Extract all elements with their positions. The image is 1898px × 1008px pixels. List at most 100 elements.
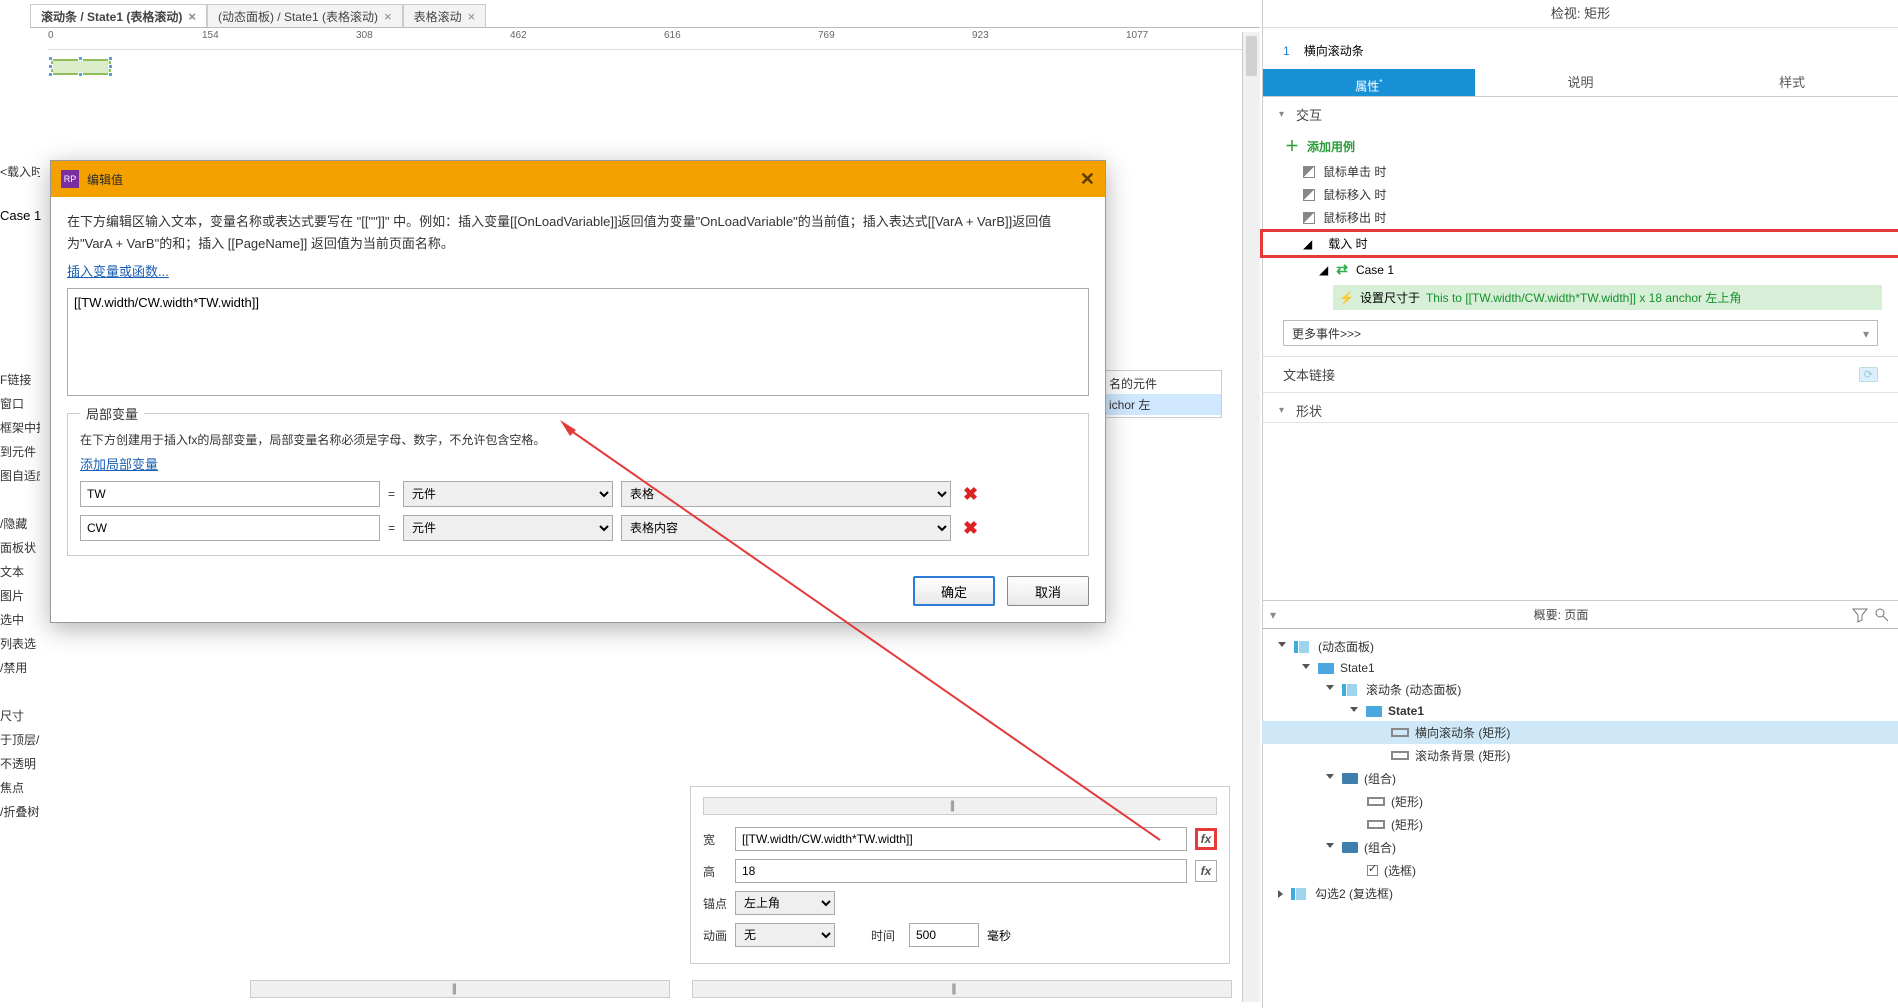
group-header[interactable]: 形状 bbox=[1263, 393, 1898, 422]
menu-item[interactable]: F链接 bbox=[0, 368, 40, 392]
group-header[interactable]: 交互 bbox=[1263, 97, 1898, 132]
event-mouseleave[interactable]: 鼠标移出 时 bbox=[1263, 206, 1898, 229]
tab-tablescroll[interactable]: 表格滚动 × bbox=[403, 4, 487, 27]
tree-node[interactable]: (矩形) bbox=[1262, 813, 1898, 836]
fx-icon[interactable]: fx bbox=[1195, 828, 1217, 850]
cursor-icon bbox=[1303, 166, 1315, 178]
outline-header: ▾ 概要: 页面 bbox=[1262, 601, 1898, 629]
more-events-dropdown[interactable]: 更多事件>>> bbox=[1283, 320, 1878, 346]
var-type-select[interactable]: 元件 bbox=[403, 481, 613, 507]
menu-item[interactable]: 到元件 bbox=[0, 440, 40, 464]
resize-handle[interactable] bbox=[78, 72, 83, 77]
tree-node[interactable]: State1 bbox=[1262, 701, 1898, 721]
menu-item[interactable]: /折叠树节点 bbox=[0, 800, 40, 824]
resize-handle[interactable] bbox=[48, 56, 53, 61]
resize-handle[interactable] bbox=[108, 64, 113, 69]
menu-item[interactable]: /禁用 bbox=[0, 656, 40, 680]
menu-item[interactable]: 框架中打 bbox=[0, 416, 40, 440]
tree-node[interactable]: State1 bbox=[1262, 658, 1898, 678]
resize-handle[interactable] bbox=[108, 72, 113, 77]
width-input[interactable] bbox=[735, 827, 1187, 851]
tree-node[interactable]: (选框) bbox=[1262, 859, 1898, 882]
widget-name[interactable]: 横向滚动条 bbox=[1304, 42, 1364, 59]
height-label: 高 bbox=[703, 863, 727, 880]
close-icon[interactable]: × bbox=[384, 9, 392, 24]
horizontal-scrollbar[interactable] bbox=[692, 980, 1232, 998]
ok-button[interactable]: 确定 bbox=[913, 576, 995, 606]
menu-item[interactable]: 图自适应 bbox=[0, 464, 40, 488]
tree-node[interactable]: (矩形) bbox=[1262, 790, 1898, 813]
horizontal-scrollbar[interactable] bbox=[250, 980, 670, 998]
add-local-var-link[interactable]: 添加局部变量 bbox=[80, 454, 158, 473]
dialog-titlebar[interactable]: RP 编辑值 ✕ bbox=[51, 161, 1105, 197]
action-row[interactable]: ⚡ 设置尺寸于 This to [[TW.width/CW.width*TW.w… bbox=[1333, 285, 1882, 310]
tree-node[interactable]: 勾选2 (复选框) bbox=[1262, 882, 1898, 905]
tree-node[interactable]: 横向滚动条 (矩形) bbox=[1262, 721, 1898, 744]
menu-item[interactable]: 焦点 bbox=[0, 776, 40, 800]
menu-item[interactable]: 尺寸 bbox=[0, 704, 40, 728]
panel-header: 检视: 矩形 bbox=[1263, 0, 1898, 28]
fx-icon[interactable]: fx bbox=[1195, 860, 1217, 882]
height-input[interactable] bbox=[735, 859, 1187, 883]
animation-select[interactable]: 无 bbox=[735, 923, 835, 947]
var-target-select[interactable]: 表格 bbox=[621, 481, 951, 507]
list-item[interactable]: ichor 左 bbox=[1103, 394, 1221, 415]
close-icon[interactable]: ✕ bbox=[1080, 169, 1095, 190]
var-name-input[interactable] bbox=[80, 481, 380, 507]
add-usecase-button[interactable]: ＋ 添加用例 bbox=[1263, 132, 1898, 160]
canvas-selected-widget[interactable] bbox=[48, 56, 114, 78]
anchor-select[interactable]: 左上角 bbox=[735, 891, 835, 915]
menu-item[interactable]: 图片 bbox=[0, 584, 40, 608]
expression-textarea[interactable]: [[TW.width/CW.width*TW.width]] bbox=[67, 288, 1089, 396]
delete-icon[interactable]: ✖ bbox=[959, 518, 982, 539]
close-icon[interactable]: × bbox=[188, 9, 196, 24]
time-label: 时间 bbox=[871, 927, 901, 944]
tab-properties[interactable]: 属性* bbox=[1263, 69, 1475, 96]
filter-icon[interactable] bbox=[1852, 607, 1868, 623]
tree-node[interactable]: (动态面板) bbox=[1262, 635, 1898, 658]
var-name-input[interactable] bbox=[80, 515, 380, 541]
tree-node[interactable]: (组合) bbox=[1262, 767, 1898, 790]
tree-node[interactable]: (组合) bbox=[1262, 836, 1898, 859]
tab-notes[interactable]: 说明 bbox=[1475, 69, 1687, 96]
event-mouseenter[interactable]: 鼠标移入 时 bbox=[1263, 183, 1898, 206]
menu-item[interactable]: 列表选 bbox=[0, 632, 40, 656]
tab-style[interactable]: 样式 bbox=[1686, 69, 1898, 96]
resize-handle[interactable] bbox=[108, 56, 113, 61]
var-target-select[interactable]: 表格内容 bbox=[621, 515, 951, 541]
close-icon[interactable]: × bbox=[468, 9, 476, 24]
event-onload[interactable]: ◢ 载入 时 bbox=[1260, 229, 1898, 258]
tree-node[interactable]: 滚动条背景 (矩形) bbox=[1262, 744, 1898, 767]
vertical-scrollbar[interactable] bbox=[1242, 32, 1260, 1002]
rectangle-icon bbox=[1391, 751, 1409, 760]
tab-scrollbar-state1[interactable]: 滚动条 / State1 (表格滚动) × bbox=[30, 4, 207, 27]
resize-handle[interactable] bbox=[78, 56, 83, 61]
cancel-button[interactable]: 取消 bbox=[1007, 576, 1089, 606]
case-row[interactable]: ◢ ⇄ Case 1 bbox=[1263, 258, 1898, 281]
tab-dynpanel-state1[interactable]: (动态面板) / State1 (表格滚动) × bbox=[207, 4, 403, 27]
horizontal-scrollbar[interactable] bbox=[703, 797, 1217, 815]
dynamic-panel-icon bbox=[1291, 888, 1309, 900]
resize-handle[interactable] bbox=[48, 72, 53, 77]
menu-item[interactable]: 不透明 bbox=[0, 752, 40, 776]
app-icon: RP bbox=[61, 170, 79, 188]
group-interaction: 交互 ＋ 添加用例 鼠标单击 时 鼠标移入 时 鼠标移出 时 ◢ 载入 时 ◢ … bbox=[1263, 97, 1898, 357]
menu-item[interactable]: 文本 bbox=[0, 560, 40, 584]
dynamic-panel-icon bbox=[1342, 684, 1360, 696]
time-input[interactable] bbox=[909, 923, 979, 947]
delete-icon[interactable]: ✖ bbox=[959, 484, 982, 505]
menu-item[interactable]: 于顶层/底层 bbox=[0, 728, 40, 752]
search-icon[interactable] bbox=[1874, 607, 1890, 623]
tree-node[interactable]: 滚动条 (动态面板) bbox=[1262, 678, 1898, 701]
resize-handle[interactable] bbox=[48, 64, 53, 69]
var-type-select[interactable]: 元件 bbox=[403, 515, 613, 541]
event-click[interactable]: 鼠标单击 时 bbox=[1263, 160, 1898, 183]
insert-var-link[interactable]: 插入变量或函数... bbox=[67, 261, 169, 280]
outline-panel: ▾ 概要: 页面 (动态面板) State1 滚动条 (动态面板) State1… bbox=[1262, 600, 1898, 915]
case-editor-target-list: 名的元件 ichor 左 bbox=[1102, 370, 1222, 418]
menu-item[interactable]: 窗口 bbox=[0, 392, 40, 416]
menu-item[interactable]: 选中 bbox=[0, 608, 40, 632]
menu-item[interactable]: /隐藏 bbox=[0, 512, 40, 536]
text-link-row[interactable]: 文本链接 bbox=[1263, 357, 1898, 392]
menu-item[interactable]: 面板状 bbox=[0, 536, 40, 560]
